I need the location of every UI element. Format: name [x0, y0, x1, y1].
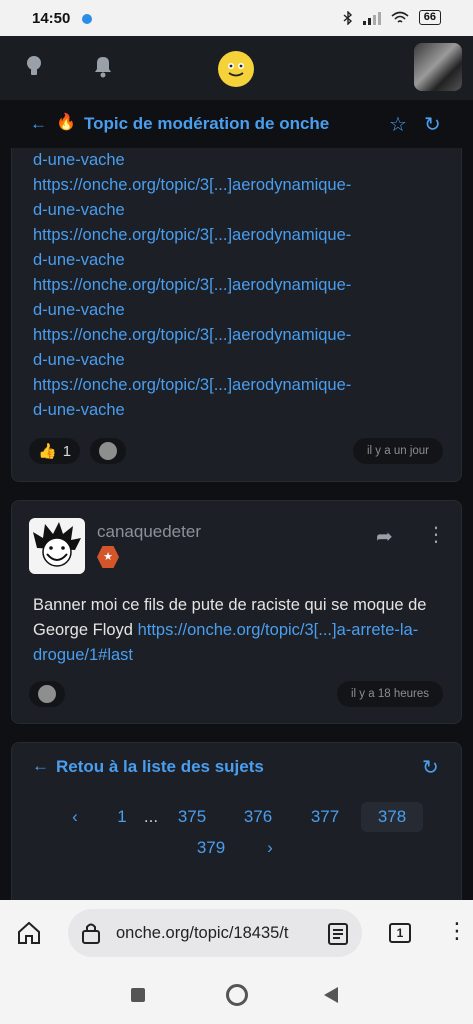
page-link[interactable]: 376 [237, 802, 279, 832]
pagination-card: ← Retou à la liste des sujets ↻ ‹ 1 ... … [11, 742, 462, 912]
back-arrow-icon[interactable]: ← [32, 756, 49, 776]
home-icon[interactable] [16, 920, 42, 946]
thumbs-up-icon: 👍 [38, 443, 57, 460]
status-time: 14:50 [32, 10, 71, 27]
back-arrow-icon[interactable]: ← [30, 114, 47, 134]
signal-icon [362, 11, 381, 25]
status-icons: 66 [343, 10, 441, 25]
star-icon[interactable]: ☆ [389, 112, 407, 137]
post-link[interactable]: https://onche.org/topic/3[...]aerodynami… [33, 373, 433, 398]
reaction-face-icon [38, 685, 56, 703]
avatar[interactable] [29, 518, 85, 574]
browser-menu-icon[interactable]: ⋮ [446, 918, 468, 944]
system-nav-bar [0, 966, 473, 1024]
page-link[interactable]: 375 [171, 802, 213, 832]
bluetooth-icon [343, 10, 352, 25]
link-tail[interactable]: d-une-vache [33, 248, 433, 273]
post-timestamp: il y a 18 heures [337, 681, 443, 707]
back-triangle-icon[interactable] [323, 986, 339, 1004]
rank-badge-icon: ★ [97, 546, 119, 568]
page-link[interactable]: 379 [190, 833, 232, 863]
post-link[interactable]: https://onche.org/topic/3[...]aerodynami… [33, 173, 433, 198]
browser-toolbar: onche.org/topic/18435/t 1 ⋮ [0, 900, 473, 966]
smiley-icon[interactable] [218, 51, 254, 87]
refresh-icon[interactable]: ↻ [424, 112, 441, 137]
add-reaction-button[interactable] [29, 681, 65, 707]
post-timestamp: il y a un jour [353, 438, 444, 464]
lightbulb-icon[interactable] [20, 52, 48, 80]
post-card: canaquedeter ★ ➦ ⋮ Banner moi ce fils de… [11, 500, 462, 724]
link-tail[interactable]: d-une-vache [33, 198, 433, 223]
home-circle-icon[interactable] [226, 984, 248, 1006]
link-tail[interactable]: d-une-vache [33, 398, 433, 423]
url-text[interactable]: onche.org/topic/18435/t [116, 924, 314, 943]
add-reaction-button[interactable] [90, 438, 126, 464]
reader-icon[interactable] [327, 922, 349, 946]
post-body: d-une-vache https://onche.org/topic/3[..… [33, 148, 433, 423]
topic-bar: ← 🔥 Topic de modération de onche ☆ ↻ [0, 100, 473, 148]
app-notification-icon [82, 14, 92, 24]
lock-icon[interactable] [80, 921, 102, 945]
bell-icon[interactable] [89, 52, 117, 80]
link-tail[interactable]: d-une-vache [33, 148, 433, 173]
link-tail[interactable]: d-une-vache [33, 298, 433, 323]
more-vert-icon[interactable]: ⋮ [426, 522, 446, 547]
next-page-button[interactable]: › [260, 833, 280, 863]
prev-page-button[interactable]: ‹ [65, 802, 85, 832]
post-link[interactable]: https://onche.org/topic/3[...]aerodynami… [33, 323, 433, 348]
app-header [0, 36, 473, 100]
topic-title[interactable]: Topic de modération de onche [84, 114, 329, 134]
reaction-face-icon [99, 442, 117, 460]
back-to-list-link[interactable]: Retou à la liste des sujets [56, 757, 264, 777]
page-ellipsis: ... [143, 807, 159, 826]
like-reaction-button[interactable]: 👍 1 [29, 438, 81, 464]
tabs-icon[interactable]: 1 [389, 923, 411, 943]
post-link[interactable]: https://onche.org/topic/3[...]aerodynami… [33, 273, 433, 298]
username[interactable]: canaquedeter [97, 522, 201, 542]
wifi-icon [391, 11, 409, 23]
battery-icon: 66 [418, 10, 441, 25]
fire-icon: 🔥 [56, 114, 76, 131]
refresh-icon[interactable]: ↻ [422, 755, 439, 780]
user-avatar[interactable] [414, 43, 462, 91]
post-body: Banner moi ce fils de pute de raciste qu… [33, 593, 448, 668]
current-page[interactable]: 378 [361, 802, 423, 832]
post-card: d-une-vache https://onche.org/topic/3[..… [11, 148, 462, 482]
status-bar: 14:50 66 [0, 0, 473, 36]
recents-icon[interactable] [131, 988, 145, 1002]
page-link[interactable]: 1 [110, 802, 134, 832]
like-count: 1 [62, 442, 72, 460]
link-tail[interactable]: d-une-vache [33, 348, 433, 373]
page-link[interactable]: 377 [304, 802, 346, 832]
post-link[interactable]: https://onche.org/topic/3[...]aerodynami… [33, 223, 433, 248]
share-icon[interactable]: ➦ [376, 524, 393, 549]
